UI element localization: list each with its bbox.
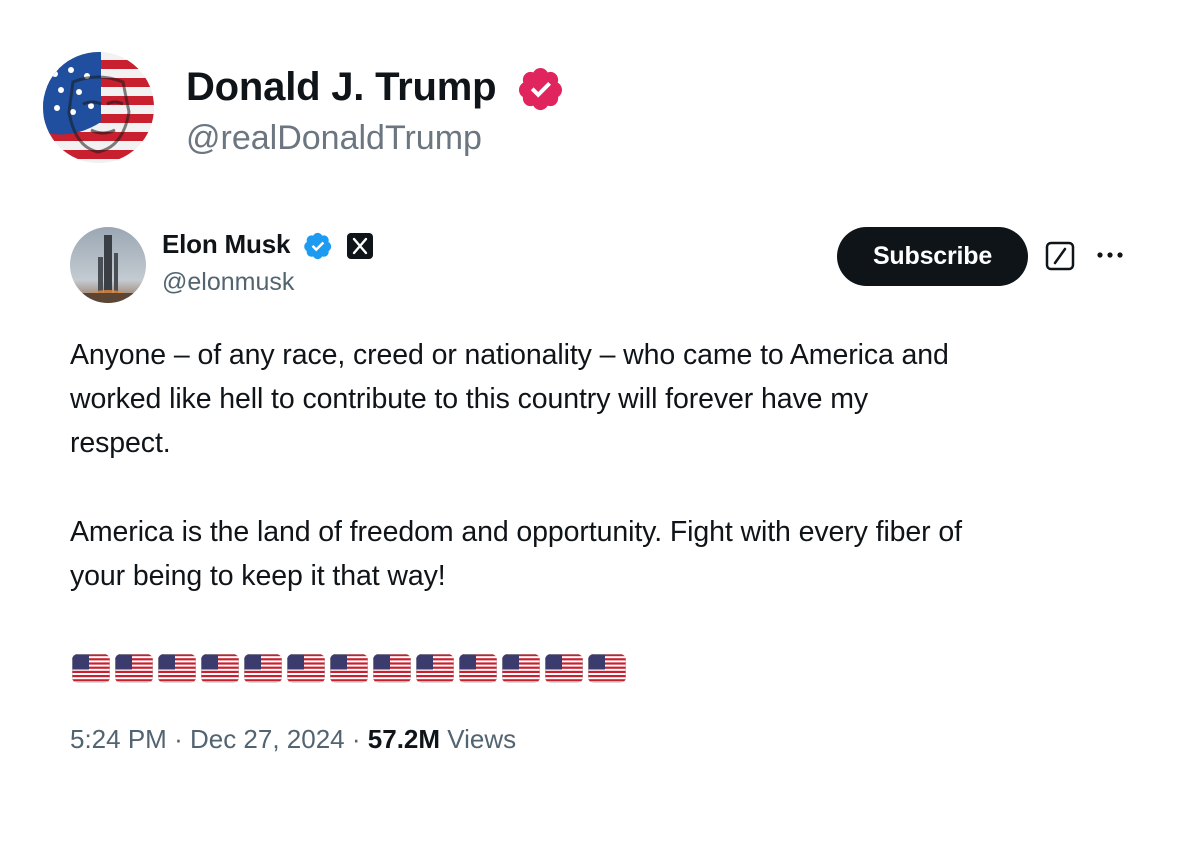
tweet-text-paragraph-1: Anyone – of any race, creed or nationali… bbox=[70, 333, 1150, 465]
x-logo-icon[interactable] bbox=[347, 233, 373, 259]
author-name[interactable]: Donald J. Trump bbox=[186, 64, 497, 110]
separator: · bbox=[174, 724, 183, 754]
us-flag-emoji bbox=[373, 654, 411, 683]
tweet-author-handle[interactable]: @elonmusk bbox=[162, 266, 294, 298]
verified-badge-icon bbox=[517, 65, 565, 113]
grok-icon[interactable] bbox=[1044, 240, 1076, 272]
tweet-text-line: America is the land of freedom and oppor… bbox=[70, 516, 962, 548]
us-flag-emoji bbox=[588, 654, 626, 683]
tweet-author-name[interactable]: Elon Musk bbox=[162, 228, 290, 260]
us-flag-emoji bbox=[287, 654, 325, 683]
us-flag-emoji bbox=[330, 654, 368, 683]
tweet-text-line: respect. bbox=[70, 427, 171, 459]
us-flag-emoji bbox=[459, 654, 497, 683]
us-flag-emoji-row bbox=[72, 654, 626, 686]
tweet-meta: 5:24 PM · Dec 27, 2024 · 57.2M Views bbox=[70, 722, 516, 756]
us-flag-emoji bbox=[416, 654, 454, 683]
separator: · bbox=[351, 724, 361, 754]
us-flag-emoji bbox=[201, 654, 239, 683]
author-avatar[interactable] bbox=[43, 52, 154, 163]
us-flag-emoji bbox=[158, 654, 196, 683]
us-flag-emoji bbox=[244, 654, 282, 683]
tweet-date[interactable]: Dec 27, 2024 bbox=[190, 724, 345, 754]
more-options-icon[interactable] bbox=[1095, 245, 1125, 265]
tweet-author-avatar[interactable] bbox=[70, 227, 146, 303]
us-flag-emoji bbox=[502, 654, 540, 683]
subscribe-button[interactable]: Subscribe bbox=[837, 227, 1028, 286]
us-flag-emoji bbox=[72, 654, 110, 683]
tweet-text-line: worked like hell to contribute to this c… bbox=[70, 383, 868, 415]
views-count[interactable]: 57.2M bbox=[368, 724, 440, 754]
verified-badge-icon bbox=[303, 231, 333, 261]
us-flag-emoji bbox=[545, 654, 583, 683]
tweet-time[interactable]: 5:24 PM bbox=[70, 724, 167, 754]
tweet-text-paragraph-2: America is the land of freedom and oppor… bbox=[70, 510, 1150, 598]
tweet-text-line: your being to keep it that way! bbox=[70, 560, 446, 592]
author-handle[interactable]: @realDonaldTrump bbox=[186, 118, 482, 158]
us-flag-emoji bbox=[115, 654, 153, 683]
views-label[interactable]: Views bbox=[447, 724, 516, 754]
tweet-text-line: Anyone – of any race, creed or nationali… bbox=[70, 339, 949, 371]
